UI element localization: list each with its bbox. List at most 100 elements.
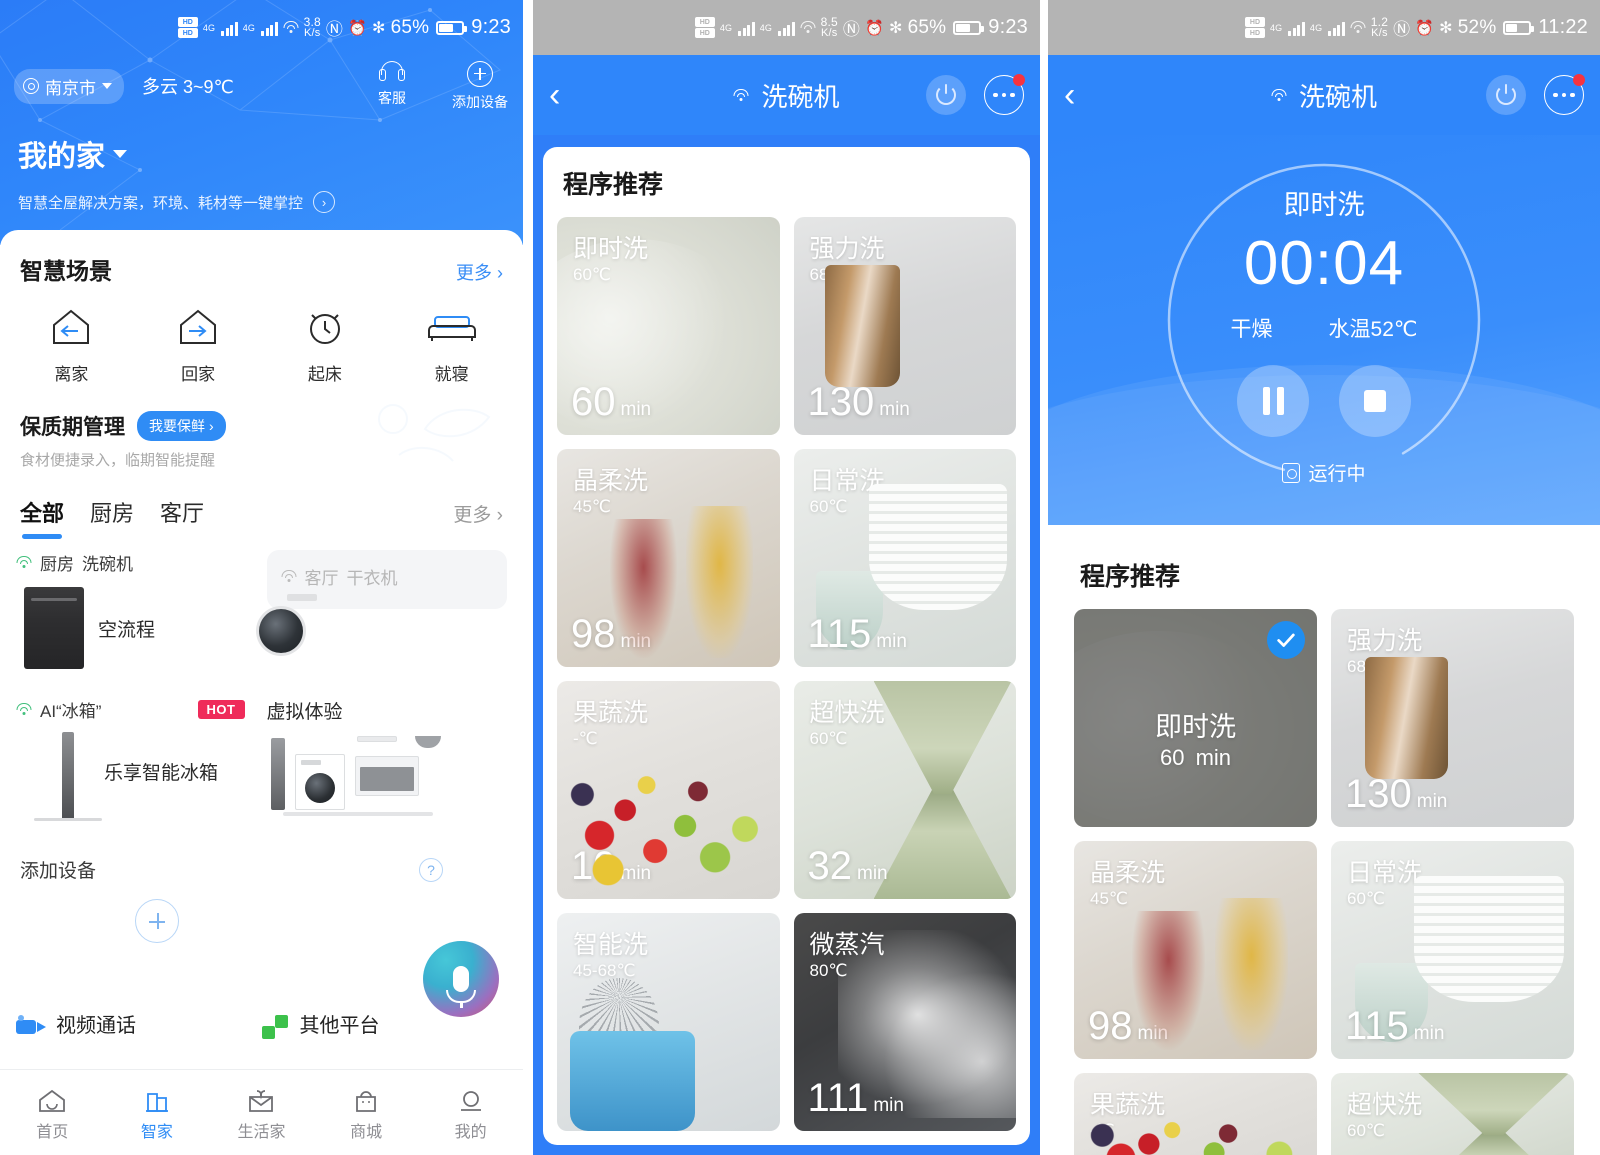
program-card[interactable]: 果蔬洗 -℃ 10 min bbox=[557, 681, 780, 899]
circle-plus-icon bbox=[467, 60, 493, 87]
bluetooth-icon: ✻ bbox=[889, 19, 903, 37]
program-card[interactable]: 即时洗 60℃ 60 min bbox=[557, 217, 780, 435]
add-device-button[interactable]: 添加设备 bbox=[451, 60, 509, 112]
battery-percent: 52% bbox=[1457, 16, 1497, 38]
power-icon[interactable] bbox=[1486, 75, 1526, 115]
tabbar-item-smart-home[interactable]: 智家 bbox=[105, 1084, 210, 1142]
freshness-button[interactable]: 我要保鲜 › bbox=[137, 411, 226, 441]
program-section-title: 程序推荐 bbox=[1080, 563, 1181, 591]
device-offline-card: 客厅 干衣机 bbox=[266, 550, 507, 609]
hd-voice-icon: HD HD bbox=[177, 17, 198, 38]
hero-actions: 客服 添加设备 bbox=[363, 60, 509, 112]
alarm-clock-icon bbox=[262, 300, 389, 354]
fridge-image bbox=[34, 732, 102, 821]
device-header: 客厅 干衣机 bbox=[281, 564, 494, 589]
running-state-label: 运行中 bbox=[1308, 464, 1366, 485]
promo-other-platform[interactable]: 其他平台 bbox=[261, 1009, 508, 1069]
device-ai-fridge[interactable]: AI“冰箱” HOT 乐享智能冰箱 bbox=[16, 697, 257, 826]
program-card[interactable]: 智能洗 45-68℃ 148 min bbox=[557, 913, 780, 1131]
device-type: 虚拟体验 bbox=[266, 702, 343, 723]
scene-wake-up[interactable]: 起床 bbox=[262, 300, 389, 385]
tabbar-item-life[interactable]: 生活家 bbox=[209, 1084, 314, 1142]
weather-summary: 多云 3~9℃ bbox=[142, 77, 234, 97]
program-card[interactable]: 强力洗 68℃ 130 min bbox=[1331, 609, 1574, 827]
device-virtual-experience[interactable]: 虚拟体验 bbox=[267, 697, 508, 826]
city-selector[interactable]: 南京市 bbox=[14, 68, 124, 104]
screenshot-stage: HD HD 4G 4G 3.8 K/s Ⓝ ⏰ ✻ 65% 9:23 南京市 多… bbox=[0, 0, 1600, 1155]
program-card[interactable]: 微蒸汽 80℃ 111 min bbox=[793, 913, 1016, 1131]
chevron-down-icon-home bbox=[113, 150, 128, 158]
tabbar-item-shop[interactable]: 商城 bbox=[314, 1084, 419, 1142]
program-card[interactable]: 超快洗 60℃ 32 min bbox=[793, 681, 1016, 899]
bluetooth-icon: ✻ bbox=[1439, 19, 1453, 37]
program-card[interactable]: 强力洗 68℃ 130 min bbox=[793, 217, 1016, 435]
help-icon[interactable]: ? bbox=[419, 857, 443, 882]
panel-smart-home-app: HD HD 4G 4G 3.8 K/s Ⓝ ⏰ ✻ 65% 9:23 南京市 多… bbox=[0, 0, 523, 1155]
back-button[interactable]: ‹ bbox=[1064, 78, 1104, 112]
running-status-area: 即时洗 00:04 干燥 水温52℃ 运行中 bbox=[1048, 135, 1600, 525]
panel-dishwasher-programs: HD HD 4G 4G 8.5 K/s Ⓝ ⏰ ✻ 65% 9:23 ‹ 洗碗机… bbox=[533, 0, 1040, 1155]
program-card[interactable]: 日常洗 60℃ 115 min bbox=[793, 449, 1016, 667]
power-icon[interactable] bbox=[926, 75, 966, 115]
running-stage: 干燥 bbox=[1230, 318, 1273, 341]
back-button[interactable]: ‹ bbox=[549, 78, 589, 112]
running-water-temp: 水温52℃ bbox=[1328, 318, 1418, 341]
promo-video-call[interactable]: 视频通话 bbox=[16, 1009, 262, 1069]
running-controls bbox=[1048, 365, 1600, 437]
tab-living-room[interactable]: 客厅 bbox=[160, 496, 204, 528]
clock-time: 11:22 bbox=[1538, 16, 1588, 38]
add-device-plus-button[interactable] bbox=[135, 899, 179, 943]
promo-label: 其他平台 bbox=[299, 1015, 380, 1037]
tabbar-item-profile[interactable]: 我的 bbox=[418, 1084, 523, 1142]
life-icon bbox=[209, 1084, 314, 1118]
scenes-more-link[interactable]: 更多 › bbox=[456, 259, 503, 285]
hero-top-row: 南京市 多云 3~9℃ 客服 添加设备 bbox=[0, 55, 523, 117]
check-icon bbox=[1267, 621, 1305, 659]
stop-button[interactable] bbox=[1339, 365, 1411, 437]
pause-button[interactable] bbox=[1237, 365, 1309, 437]
scene-come-home[interactable]: 回家 bbox=[135, 300, 262, 385]
program-card-selected[interactable]: 即时洗 60 min bbox=[1074, 609, 1317, 827]
program-name: 日常洗 bbox=[809, 467, 885, 495]
scene-list: 离家 回家 起床 就寝 bbox=[0, 286, 523, 385]
appbar-actions bbox=[926, 74, 1025, 115]
battery-icon bbox=[1503, 20, 1535, 35]
devices-more-link[interactable]: 更多 › bbox=[453, 500, 503, 527]
microphone-button[interactable] bbox=[423, 941, 499, 1017]
scene-leave-home[interactable]: 离家 bbox=[8, 300, 135, 385]
device-filter-tabs: 全部 厨房 客厅 更多 › bbox=[0, 470, 523, 539]
running-state-row: 运行中 bbox=[1048, 459, 1600, 486]
device-dryer[interactable]: 客厅 干衣机 bbox=[266, 550, 507, 669]
device-status: 空流程 bbox=[98, 619, 156, 641]
scene-label: 起床 bbox=[307, 365, 342, 384]
home-name-selector[interactable]: 我的家 bbox=[0, 117, 523, 175]
program-card[interactable]: 晶柔洗 45℃ 98 min bbox=[557, 449, 780, 667]
device-dishwasher[interactable]: 厨房 洗碗机 空流程 bbox=[16, 550, 257, 669]
program-temp: 68℃ bbox=[809, 265, 848, 284]
program-temp: 45℃ bbox=[1090, 889, 1129, 908]
running-program-name: 即时洗 bbox=[1283, 190, 1365, 220]
program-card[interactable]: 果蔬洗 -℃ bbox=[1074, 1073, 1317, 1155]
tabbar-label: 商城 bbox=[350, 1123, 383, 1141]
more-dots-icon[interactable] bbox=[984, 74, 1025, 115]
tab-kitchen[interactable]: 厨房 bbox=[90, 496, 134, 528]
scene-label: 回家 bbox=[181, 365, 216, 384]
whole-house-banner[interactable]: 智慧全屋解决方案，环境、耗材等一键掌控 › bbox=[0, 175, 523, 213]
tab-all[interactable]: 全部 bbox=[20, 496, 64, 539]
program-duration: 148 min bbox=[571, 1076, 674, 1120]
network-type-label: 4G bbox=[1269, 22, 1283, 33]
promo-strip: 视频通话 其他平台 bbox=[0, 1009, 523, 1069]
tabbar-label: 生活家 bbox=[237, 1123, 286, 1141]
device-type: 洗碗机 bbox=[82, 555, 133, 574]
wifi-online-icon bbox=[16, 703, 32, 716]
scene-sleep[interactable]: 就寝 bbox=[388, 300, 515, 385]
tabbar-label: 智家 bbox=[140, 1123, 173, 1141]
tabbar-item-home[interactable]: 首页 bbox=[0, 1084, 105, 1142]
program-card[interactable]: 超快洗 60℃ bbox=[1331, 1073, 1574, 1155]
device-status: 乐享智能冰箱 bbox=[104, 762, 219, 784]
network-type-label: 4G bbox=[719, 22, 733, 33]
program-card[interactable]: 日常洗 60℃ 115 min bbox=[1331, 841, 1574, 1059]
program-card[interactable]: 晶柔洗 45℃ 98 min bbox=[1074, 841, 1317, 1059]
customer-service-button[interactable]: 客服 bbox=[363, 60, 421, 112]
more-dots-icon[interactable] bbox=[1544, 74, 1585, 115]
